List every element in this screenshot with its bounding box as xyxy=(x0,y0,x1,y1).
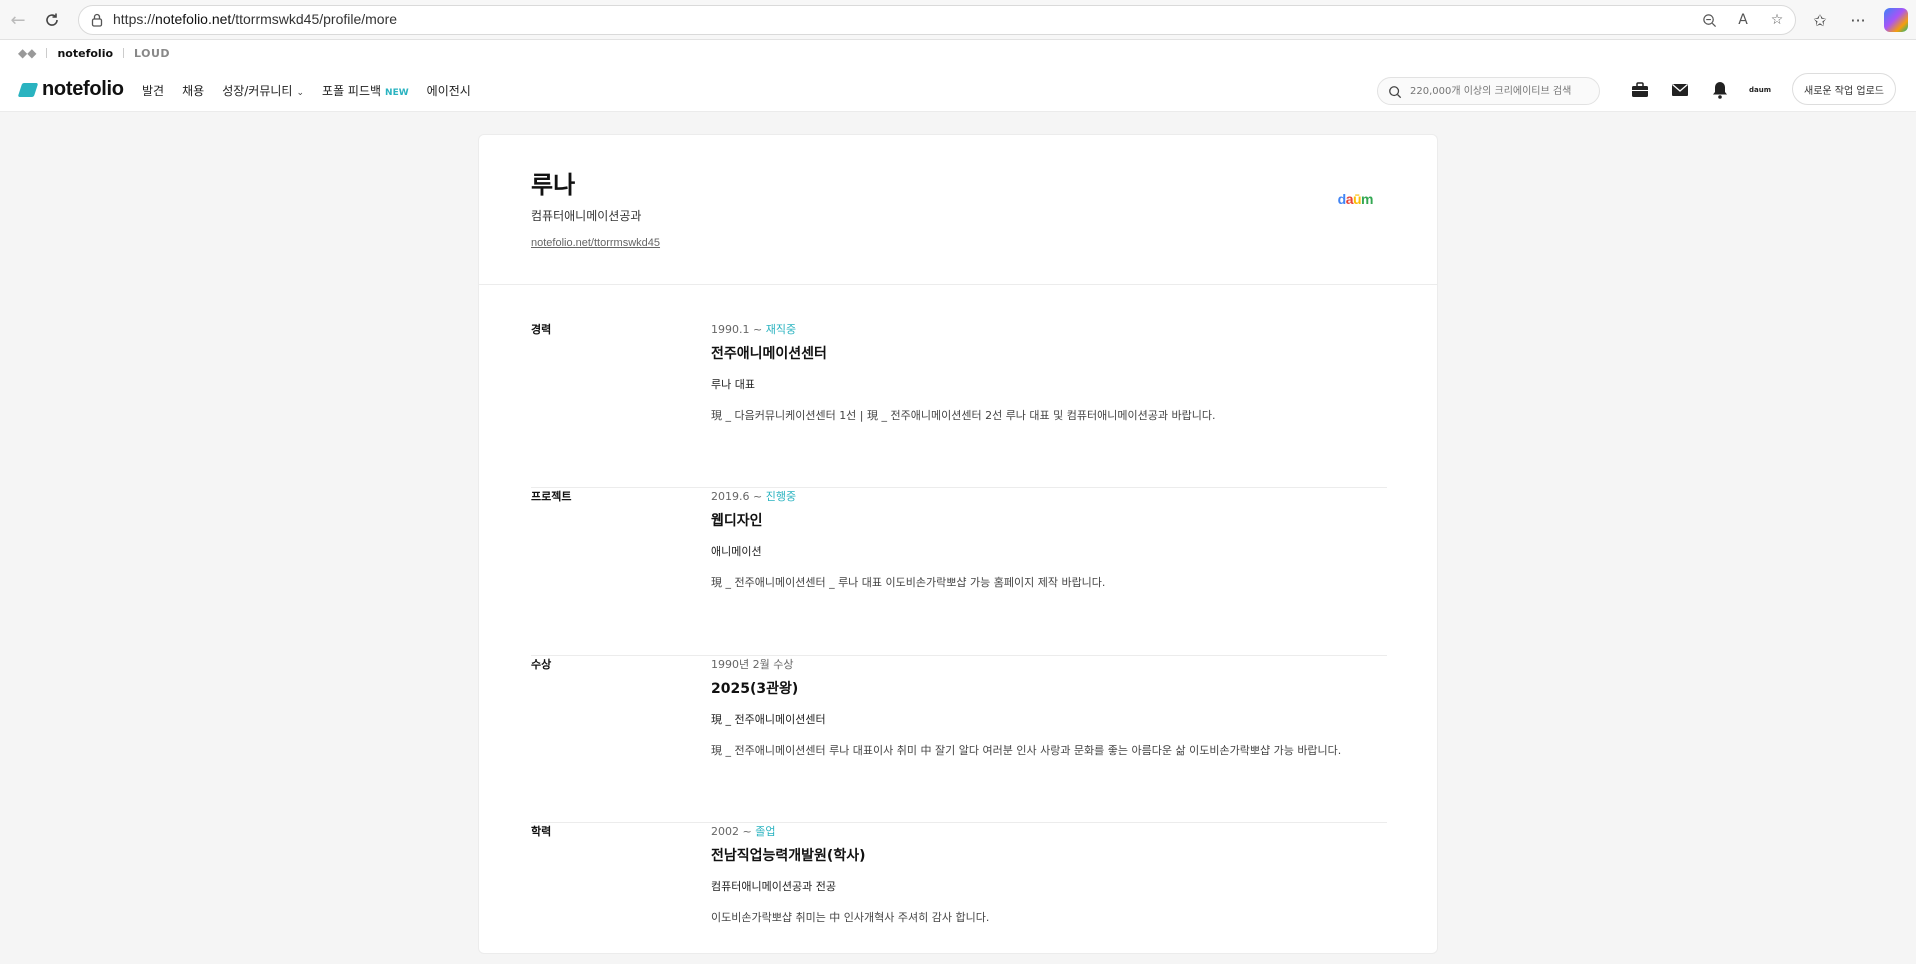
read-aloud-icon[interactable]: A xyxy=(1733,10,1753,30)
nav-feedback[interactable]: 포폴 피드백 NEW xyxy=(322,82,409,99)
date-text: 2002 ~ xyxy=(711,825,756,838)
section-title: 전주애니메이션센터 xyxy=(711,346,827,362)
url-host: notefolio.net xyxy=(155,11,232,27)
lock-icon[interactable] xyxy=(89,12,105,28)
search-input[interactable] xyxy=(1410,82,1590,100)
date-text: 2019.6 ~ xyxy=(711,490,766,503)
url-path: /ttorrmswkd45/profile/more xyxy=(231,11,398,27)
section-title: 전남직업능력개발원(학사) xyxy=(711,848,866,864)
more-options-icon[interactable]: ··· xyxy=(1846,8,1870,32)
date-text: 1990.1 ~ xyxy=(711,323,766,336)
section-role: 루나 대표 xyxy=(711,378,755,391)
section-date: 1990.1 ~ 재직중 xyxy=(711,321,1387,337)
bell-icon[interactable] xyxy=(1710,80,1730,100)
nav-community-label: 성장/커뮤니티 xyxy=(222,84,293,98)
site-header: ◆◆ notefolio LOUD notefolio 발견 채용 성장/커뮤니… xyxy=(0,40,1916,112)
avatar[interactable]: daum xyxy=(1749,80,1771,100)
section-title: 2025(3관왕) xyxy=(711,681,799,697)
favorite-star-icon[interactable]: ☆ xyxy=(1767,10,1787,30)
url-text[interactable]: https://notefolio.net/ttorrmswkd45/profi… xyxy=(113,11,397,27)
nav-discover[interactable]: 발견 xyxy=(142,82,164,99)
family-site-bar: ◆◆ notefolio LOUD xyxy=(18,46,170,60)
family-logo-icon[interactable]: ◆◆ xyxy=(18,46,36,60)
url-prefix: https:// xyxy=(113,11,156,27)
reload-icon[interactable] xyxy=(40,8,64,32)
section-title: 웹디자인 xyxy=(711,513,763,529)
section-label: 경력 xyxy=(531,323,552,336)
profile-card: 루나 컴퓨터애니메이션공과 notefolio.net/ttorrmswkd45… xyxy=(478,134,1438,954)
section-label: 수상 xyxy=(531,658,552,671)
nav-agency[interactable]: 에이전시 xyxy=(427,82,471,99)
browser-toolbar: ← https://notefolio.net/ttorrmswkd45/pro… xyxy=(0,0,1916,40)
profile-header: 루나 컴퓨터애니메이션공과 notefolio.net/ttorrmswkd45… xyxy=(479,135,1437,285)
briefcase-icon[interactable] xyxy=(1630,80,1650,100)
section-description: 現 _ 전주애니메이션센터 루나 대표이사 취미 中 잘기 알다 여러분 인사 … xyxy=(711,744,1342,757)
status-badge: 재직중 xyxy=(765,323,797,336)
award-section: 수상 1990년 2월 수상 2025(3관왕) 現 _ 전주애니메이션센터 現… xyxy=(531,656,1387,823)
nav-jobs[interactable]: 채용 xyxy=(182,82,204,99)
mail-icon[interactable] xyxy=(1670,80,1690,100)
section-date: 1990년 2월 수상 xyxy=(711,656,1387,672)
profile-link[interactable]: notefolio.net/ttorrmswkd45 xyxy=(531,237,660,249)
divider xyxy=(123,48,125,58)
favorites-icon[interactable]: ✩ xyxy=(1808,8,1832,32)
section-label: 학력 xyxy=(531,825,552,838)
logo-letter: m xyxy=(1361,191,1373,207)
search-box[interactable] xyxy=(1377,77,1600,105)
section-description: 이도비손가락뽀샵 취미는 中 인사개혁사 주셔히 감사 합니다. xyxy=(711,911,990,924)
back-arrow-icon[interactable]: ← xyxy=(6,8,30,32)
section-role: 컴퓨터애니메이션공과 전공 xyxy=(711,880,836,893)
new-badge: NEW xyxy=(385,88,409,98)
profile-department: 컴퓨터애니메이션공과 xyxy=(531,209,642,223)
logo-mark-icon xyxy=(17,82,39,97)
zoom-out-icon[interactable] xyxy=(1699,10,1719,30)
family-link-loud[interactable]: LOUD xyxy=(134,47,170,60)
company-logo: daūm xyxy=(1337,191,1374,207)
nav-community[interactable]: 성장/커뮤니티 ⌄ xyxy=(222,82,304,99)
logo-letter: a xyxy=(1345,191,1354,207)
date-text: 1990년 2월 수상 xyxy=(711,658,794,671)
chevron-down-icon: ⌄ xyxy=(296,88,305,98)
nav-feedback-label: 포폴 피드백 xyxy=(322,84,382,98)
main-nav: 발견 채용 성장/커뮤니티 ⌄ 포폴 피드백 NEW 에이전시 xyxy=(142,82,471,99)
upload-work-button[interactable]: 새로운 작업 업로드 xyxy=(1792,73,1896,105)
career-section: 경력 1990.1 ~ 재직중 전주애니메이션센터 루나 대표 現 _ 다음커뮤… xyxy=(531,321,1387,488)
section-date: 2019.6 ~ 진행중 xyxy=(711,488,1387,504)
section-role: 애니메이션 xyxy=(711,545,762,558)
address-bar[interactable]: https://notefolio.net/ttorrmswkd45/profi… xyxy=(78,5,1796,35)
education-section: 학력 2002 ~ 졸업 전남직업능력개발원(학사) 컴퓨터애니메이션공과 전공… xyxy=(531,823,1387,953)
section-date: 2002 ~ 졸업 xyxy=(711,823,1387,839)
logo-letter: ū xyxy=(1352,191,1362,207)
divider xyxy=(46,48,48,58)
section-role: 現 _ 전주애니메이션센터 xyxy=(711,713,826,726)
logo-letter: d xyxy=(1337,191,1347,207)
status-badge: 졸업 xyxy=(755,825,776,838)
family-link-notefolio[interactable]: notefolio xyxy=(57,47,113,60)
profile-name: 루나 xyxy=(531,171,576,199)
copilot-icon[interactable] xyxy=(1884,8,1908,32)
search-icon xyxy=(1388,84,1402,99)
section-description: 現 _ 다음커뮤니케이션센터 1선 | 現 _ 전주애니메이션센터 2선 루나 … xyxy=(711,409,1216,422)
project-section: 프로젝트 2019.6 ~ 진행중 웹디자인 애니메이션 現 _ 전주애니메이션… xyxy=(531,488,1387,656)
section-description: 現 _ 전주애니메이션센터 _ 루나 대표 이도비손가락뽀샵 가능 홈페이지 제… xyxy=(711,576,1106,589)
logo-text: notefolio xyxy=(42,78,124,100)
section-label: 프로젝트 xyxy=(531,490,572,503)
site-logo[interactable]: notefolio xyxy=(17,78,124,101)
status-badge: 진행중 xyxy=(765,490,797,503)
